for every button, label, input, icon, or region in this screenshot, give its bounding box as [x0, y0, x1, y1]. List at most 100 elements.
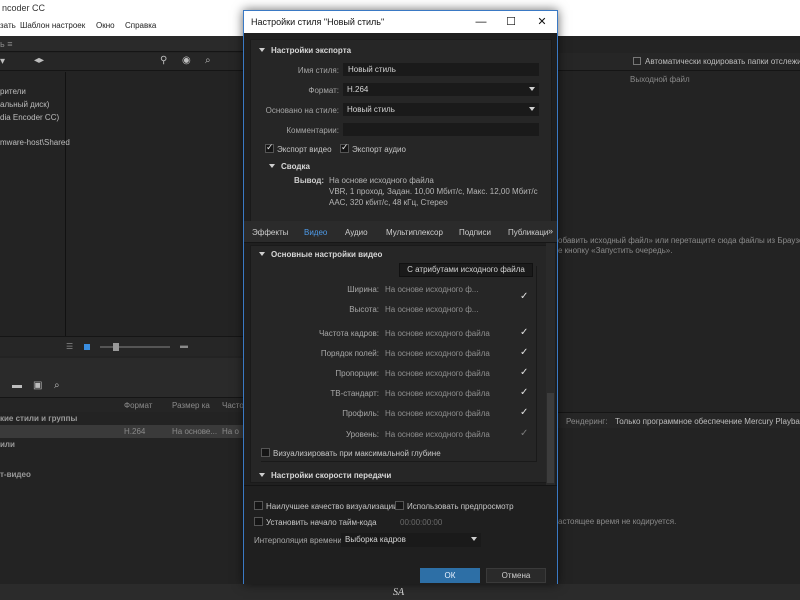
encoder-folder-row[interactable]: dia Encoder CC) — [0, 113, 59, 122]
tab-effects[interactable]: Эффекты — [252, 228, 288, 237]
back-arrow-icon[interactable]: ◂▸ — [34, 55, 44, 66]
comments-input[interactable] — [343, 123, 539, 136]
zoom-slider[interactable] — [100, 346, 170, 348]
col-frame-rate[interactable]: Часто — [222, 401, 244, 410]
aspect-label: Пропорции: — [335, 369, 379, 378]
rendering-label: Рендеринг: — [566, 417, 608, 426]
local-disk-row[interactable]: альный диск) — [0, 100, 49, 109]
timecode-value[interactable]: 00:00:00:00 — [400, 518, 442, 527]
col-output-file[interactable]: Выходной файл — [630, 75, 690, 84]
field-order-match-check[interactable] — [520, 347, 529, 359]
scrollbar-thumb[interactable] — [547, 393, 554, 483]
frame-rate-label: Частота кадров: — [318, 329, 379, 338]
menu-help[interactable]: Справка — [125, 21, 156, 30]
thumbnail-view-icon[interactable] — [84, 344, 90, 350]
folder-icon[interactable]: ▣ — [33, 380, 42, 391]
video-pane-scrollbar[interactable] — [546, 243, 555, 485]
shared-folder-row[interactable]: mware-host\Shared — [0, 138, 70, 147]
cancel-button[interactable]: Отмена — [486, 568, 546, 583]
close-icon[interactable]: ✕ — [527, 11, 557, 33]
watermark: SA — [393, 587, 405, 598]
list-view-icon[interactable]: ☰ — [66, 342, 73, 351]
minimize-icon[interactable]: — — [466, 11, 496, 33]
filter-icon[interactable]: ⚲ — [160, 55, 167, 66]
basic-video-settings-title[interactable]: Основные настройки видео — [259, 250, 382, 259]
tab-captions[interactable]: Подписи — [459, 228, 491, 237]
new-preset-icon[interactable]: ▬ — [12, 380, 22, 391]
tv-standard-match-check[interactable] — [520, 387, 529, 399]
export-video-checkbox[interactable] — [265, 142, 274, 153]
ok-button[interactable]: ОК — [420, 568, 480, 583]
aspect-match-check[interactable] — [520, 367, 529, 379]
favorites-row[interactable]: рители — [0, 87, 26, 96]
col-format[interactable]: Формат — [124, 401, 152, 410]
export-audio-label: Экспорт аудио — [352, 145, 406, 154]
menu-file[interactable]: зать — [0, 21, 16, 30]
preset-group-system[interactable]: или — [0, 440, 15, 449]
profile-label: Профиль: — [342, 409, 379, 418]
width-height-match-check[interactable] — [520, 291, 529, 303]
menu-window[interactable]: Окно — [96, 21, 115, 30]
tab-publish[interactable]: Публикаци — [508, 228, 548, 237]
based-on-dropdown[interactable]: Новый стиль — [343, 103, 539, 116]
interpolation-value: Выборка кадров — [345, 535, 406, 544]
rendering-value[interactable]: Только программное обеспечение Mercury P… — [615, 417, 800, 426]
search-icon[interactable]: ⌕ — [205, 55, 211, 66]
profile-match-check[interactable] — [520, 407, 529, 419]
level-match-check[interactable] — [520, 428, 529, 440]
tab-audio[interactable]: Аудио — [345, 228, 368, 237]
panel-menu-icon[interactable]: ь ≡ — [0, 39, 12, 49]
preset-columns: Формат Размер ка Часто — [0, 398, 244, 412]
maximize-icon[interactable]: ☐ — [496, 11, 526, 33]
menu-presets[interactable]: Шаблон настроек — [20, 21, 85, 30]
aspect-value[interactable]: На основе исходного файла — [385, 369, 490, 378]
collapse-triangle-icon — [259, 252, 265, 256]
profile-value[interactable]: На основе исходного файла — [385, 409, 490, 418]
preset-row-rate: На о — [222, 427, 239, 436]
collapse-triangle-icon — [259, 48, 265, 52]
tv-standard-value[interactable]: На основе исходного файла — [385, 389, 490, 398]
bitrate-settings-title[interactable]: Настройки скорости передачи — [259, 471, 391, 480]
field-order-value[interactable]: На основе исходного файла — [385, 349, 490, 358]
interpolation-dropdown[interactable]: Выборка кадров — [341, 533, 481, 547]
use-preview-checkbox[interactable] — [395, 501, 404, 510]
realtime-note: астоящее время не кодируется. — [558, 517, 677, 526]
preset-row-selected[interactable]: H.264 На основе... На о — [0, 425, 243, 438]
level-value[interactable]: На основе исходного файла — [385, 430, 490, 439]
format-dropdown[interactable]: H.264 — [343, 83, 539, 96]
preset-search-icon[interactable]: ⌕ — [54, 380, 60, 391]
export-audio-checkbox[interactable] — [340, 142, 349, 153]
expand-arrow-icon[interactable]: ▾ — [0, 56, 5, 67]
media-browser-toolbar: ▾ ◂▸ ⚲ ◉ ⌕ — [0, 53, 243, 71]
tab-multiplexer[interactable]: Мультиплексор — [386, 228, 443, 237]
format-label: Формат: — [308, 86, 339, 95]
width-label: Ширина: — [347, 285, 379, 294]
max-quality-checkbox[interactable] — [254, 501, 263, 510]
preset-group-user[interactable]: кие стили и группы — [0, 414, 77, 423]
height-value[interactable]: На основе исходного ф... — [385, 305, 478, 314]
dialog-titlebar[interactable]: Настройки стиля "Новый стиль" — ☐ ✕ — [244, 11, 557, 33]
dialog-title: Настройки стиля "Новый стиль" — [251, 17, 385, 27]
set-timecode-checkbox[interactable] — [254, 517, 263, 526]
width-value[interactable]: На основе исходного ф... — [385, 285, 478, 294]
output-label: Вывод: — [294, 176, 324, 185]
queue-columns: Выходной файл — [558, 72, 800, 86]
style-name-input[interactable] — [343, 63, 539, 76]
preset-group-video[interactable]: т-видео — [0, 470, 31, 479]
view-icon[interactable]: ◉ — [182, 55, 191, 66]
settings-tabs: Эффекты Видео Аудио Мультиплексор Подпис… — [244, 221, 557, 243]
max-depth-checkbox[interactable] — [261, 448, 270, 457]
preset-settings-dialog: Настройки стиля "Новый стиль" — ☐ ✕ Наст… — [243, 10, 558, 584]
summary-title[interactable]: Сводка — [269, 162, 310, 171]
match-source-button[interactable]: С атрибутами исходного файла — [399, 263, 533, 277]
frame-rate-match-check[interactable] — [520, 327, 529, 339]
col-frame-size[interactable]: Размер ка — [172, 401, 210, 410]
auto-encode-checkbox[interactable] — [633, 57, 641, 65]
zoom-slider-handle[interactable] — [113, 343, 119, 351]
export-settings-title[interactable]: Настройки экспорта — [259, 46, 351, 55]
frame-rate-value[interactable]: На основе исходного файла — [385, 329, 490, 338]
field-order-label: Порядок полей: — [320, 349, 379, 358]
tab-video[interactable]: Видео — [304, 228, 327, 237]
more-tabs-icon[interactable]: » — [548, 226, 553, 236]
chevron-down-icon — [529, 107, 535, 111]
